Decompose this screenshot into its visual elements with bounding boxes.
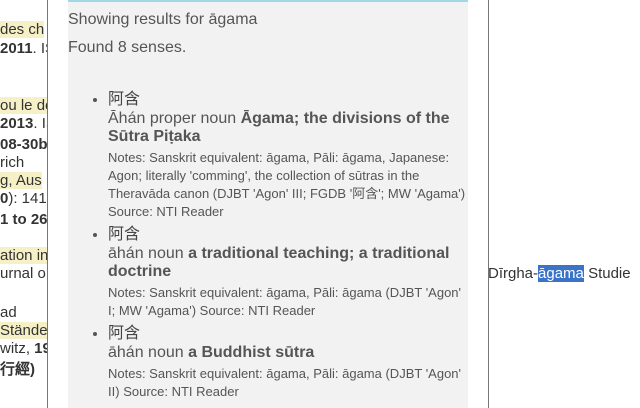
bg-line: 08-30b [0,136,48,153]
bg-line: rich [0,154,25,171]
sense-item: 阿含 Āhán proper noun Āgama; the divisions… [108,90,468,221]
sense-definition: Āhán proper noun Āgama; the divisions of… [108,110,468,146]
bg-line: 1 to 26 [0,211,48,228]
sense-pinyin: āhán [108,344,144,361]
sense-source: Source: NTI Reader [199,303,316,318]
sense-notes: Notes: Sanskrit equivalent: āgama, Pāli:… [108,366,462,399]
sense-source: Source: NTI Reader [108,204,224,219]
bg-line: witz, 19 [0,340,51,357]
bg-line: urnal o [0,265,46,282]
sense-chinese[interactable]: 阿含 [108,225,468,245]
sense-notes: Notes: Sanskrit equivalent: āgama, Pāli:… [108,150,466,219]
bg-line: 行經) [0,361,35,378]
bg-line: 0): 141 [0,190,47,207]
sense-notes: Notes: Sanskrit equivalent: āgama, Pāli:… [108,285,462,318]
dictionary-popup: Showing results for āgama Found 8 senses… [47,0,489,408]
sense-pinyin: āhán [108,245,144,262]
sense-chinese[interactable]: 阿含 [108,90,468,110]
results-heading: Showing results for āgama [68,11,258,28]
selected-word[interactable]: āgama [538,265,584,282]
sense-chinese[interactable]: 阿含 [108,324,468,344]
sense-source: Source: NTI Reader [123,384,239,399]
results-count: Found 8 senses. [68,39,187,56]
sense-item: 阿含 āhán noun a Buddhist sūtra Notes: San… [108,324,468,401]
bg-selected-text[interactable]: Dīrgha-āgama Studie [488,265,631,283]
bg-line: ou le de [0,97,54,114]
sense-definition: āhán noun a traditional teaching; a trad… [108,245,468,281]
sense-item: 阿含 āhán noun a traditional teaching; a t… [108,225,468,320]
bg-line: g, Aus [0,172,42,189]
sense-pos: noun [148,344,184,361]
popup-content: Showing results for āgama Found 8 senses… [68,0,468,408]
sense-gloss: a Buddhist sūtra [188,344,315,361]
sense-pos: proper noun [149,110,237,127]
bg-line: des ch [0,21,45,38]
bg-line: ad [0,304,17,321]
sense-pos: noun [148,245,184,262]
popup-top-bar [68,0,468,2]
bg-line: Stände [0,322,48,339]
sense-definition: āhán noun a Buddhist sūtra [108,344,468,362]
sense-pinyin: Āhán [108,110,146,127]
bg-line: ation in [0,247,49,264]
senses-list: 阿含 Āhán proper noun Āgama; the divisions… [68,90,468,405]
